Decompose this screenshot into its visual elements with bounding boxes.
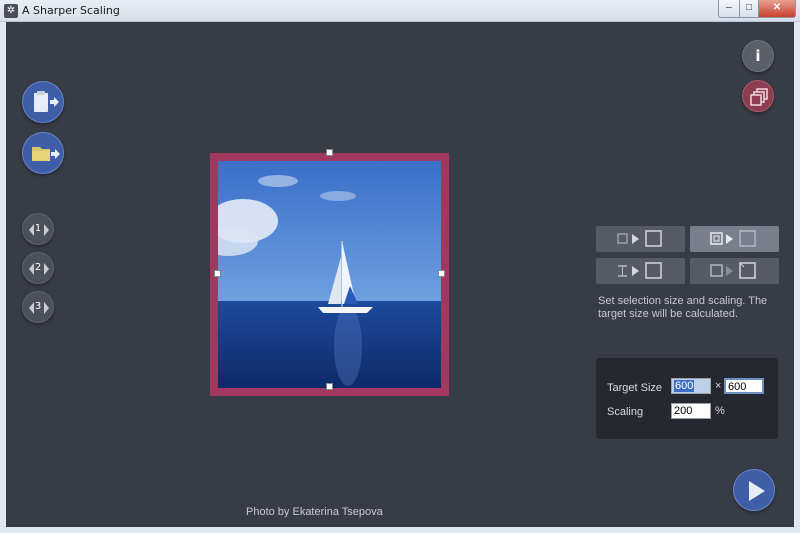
clipboard-paste-icon [34,91,59,112]
preset-2-button[interactable]: 2 [22,252,54,284]
mode-width-button[interactable] [596,258,685,284]
close-button[interactable]: ✕ [758,0,796,18]
open-file-button[interactable] [22,132,64,174]
selection-frame[interactable] [210,149,449,396]
scaling-field[interactable]: 200 [671,403,711,419]
app-canvas: 1 2 3 i Photo by Ekaterina Tsepova Set s… [6,22,794,527]
preset-3-button[interactable]: 3 [22,291,54,323]
mode-source-to-target-button[interactable] [596,226,685,252]
app-icon: ✲ [4,4,18,18]
mode-fit-button[interactable] [690,258,779,284]
mode-selection-scaling-button[interactable] [690,226,779,252]
resize-handle-bottom[interactable] [326,383,333,390]
preset-1-button[interactable]: 1 [22,213,54,245]
target-width-value: 600 [674,380,695,392]
scaling-label: Scaling [607,406,644,418]
selection-to-target-icon [710,230,756,247]
window-title: A Sharper Scaling [22,4,120,17]
run-scaling-button[interactable] [733,469,775,511]
width-to-target-icon [618,262,662,279]
size-settings-panel: Target Size 600 × 600 Scaling 200 % [596,358,778,439]
folder-open-icon [32,147,60,161]
preset-label: 3 [34,301,42,312]
times-symbol: × [715,380,722,392]
fit-to-target-icon [710,262,756,279]
maximize-button[interactable]: □ [739,0,759,18]
play-icon [749,481,765,501]
preset-label: 1 [34,223,42,234]
sailboat-photo [218,161,441,388]
preset-label: 2 [34,262,42,273]
minimize-button[interactable]: – [718,0,740,18]
info-button[interactable]: i [742,40,774,72]
window-titlebar: ✲ A Sharper Scaling – □ ✕ [0,0,800,22]
target-height-field[interactable]: 600 [724,378,764,394]
small-to-large-icon [617,230,662,247]
resize-handle-left[interactable] [214,270,221,277]
mode-hint-text: Set selection size and scaling. The targ… [598,295,768,320]
resize-handle-top[interactable] [326,149,333,156]
resize-handle-right[interactable] [438,270,445,277]
paste-from-clipboard-button[interactable] [22,81,64,123]
target-width-field[interactable]: 600 [671,378,711,394]
batch-copy-button[interactable] [742,80,774,112]
copy-stack-icon [750,88,768,106]
percent-symbol: % [715,405,725,417]
info-icon: i [755,47,761,65]
photo-credit: Photo by Ekaterina Tsepova [246,506,383,518]
target-size-label: Target Size [607,382,663,394]
